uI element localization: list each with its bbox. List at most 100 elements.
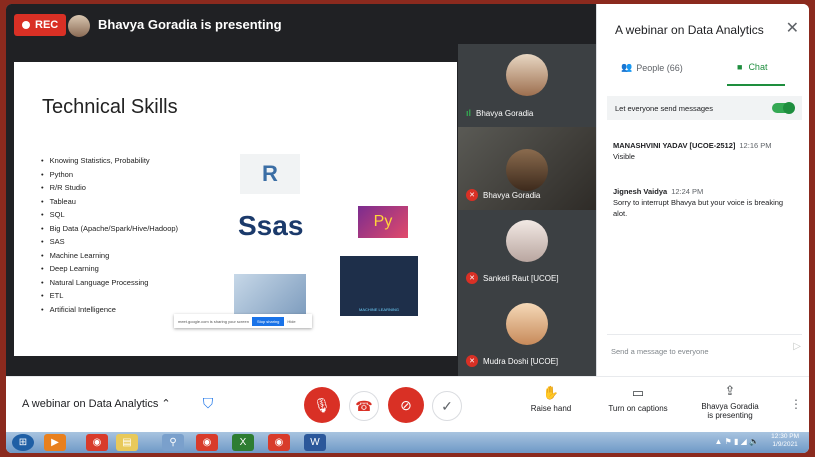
python-logo: Py [358, 206, 408, 238]
message-sender: MANASHVINI YADAV [UCOE-2512] [613, 141, 736, 150]
captions-button[interactable]: ▭ Turn on captions [602, 385, 674, 413]
active-tab-indicator [727, 84, 785, 86]
chat-message: MANASHVINI YADAV [UCOE-2512] 12:16 PM Vis… [613, 140, 798, 162]
camera-off-icon: ⊘ [400, 396, 412, 413]
share-bar-text: meet.google.com is sharing your screen [178, 318, 249, 324]
mic-off-icon: ✕ [466, 189, 478, 201]
skills-list: Knowing Statistics, Probability Python R… [41, 154, 178, 316]
meet-window: REC Bhavya Goradia is presenting Technic… [6, 4, 809, 453]
participant-name: Sanketi Raut [UCOE] [483, 273, 559, 283]
skill-item: SQL [41, 208, 178, 222]
tab-chat-label: Chat [748, 62, 768, 72]
slide-title: Technical Skills [42, 96, 178, 118]
chrome-icon[interactable]: ◉ [268, 434, 290, 451]
mic-off-icon: ✕ [466, 355, 478, 367]
participant-tile[interactable]: ✕ Bhavya Goradia [458, 127, 596, 210]
participant-tile[interactable]: ıl Bhavya Goradia [458, 44, 596, 127]
search-app-icon[interactable]: ⚲ [162, 434, 184, 451]
file-explorer-icon[interactable]: ▤ [116, 434, 138, 451]
presenter-avatar [68, 15, 90, 37]
skill-item: Python [41, 168, 178, 182]
message-time: 12:24 PM [671, 187, 704, 196]
skill-item: Natural Language Processing [41, 276, 178, 290]
presenting-line1: Bhavya Goradia [701, 402, 759, 411]
tab-chat[interactable]: ■ Chat [737, 62, 767, 72]
participant-name: Bhavya Goradia [476, 108, 534, 118]
participant-name: Bhavya Goradia [483, 190, 541, 200]
presenting-line2: is presenting [707, 411, 753, 420]
panel-title: A webinar on Data Analytics [615, 23, 764, 37]
recording-badge: REC [14, 14, 67, 36]
meeting-title: A webinar on Data Analytics [22, 398, 159, 410]
skill-item: Tableau [41, 195, 178, 209]
present-icon: ⇪ [724, 383, 736, 398]
skill-item: R/R Studio [41, 181, 178, 195]
windows-taskbar: ⊞ ▶ ◉ ▤ ⚲ ◉ X ◉ W ▲ ⚑ ▮ ◢ 🔈 12:30 PM 1/9… [6, 432, 809, 453]
raise-hand-button[interactable]: ✋ Raise hand [526, 385, 576, 413]
machine-learning-image: MACHINE LEARNING [340, 256, 418, 316]
message-sender: Jignesh Vaidya [613, 187, 668, 196]
skill-item: Big Data (Apache/Spark/Hive/Hadoop) [41, 222, 178, 236]
participant-name-row: ✕ Sanketi Raut [UCOE] [466, 272, 559, 284]
meeting-details-button[interactable]: A webinar on Data Analytics ⌃ [22, 397, 171, 410]
send-message-input[interactable]: Send a message to everyone [607, 334, 802, 368]
mic-off-icon: 🎙 [313, 396, 331, 413]
tab-people[interactable]: 👥 People (66) [621, 62, 683, 73]
captions-label: Turn on captions [608, 404, 668, 413]
ai-brain-image [234, 274, 306, 318]
mic-toggle-button[interactable]: 🎙 [304, 387, 340, 423]
ml-caption: MACHINE LEARNING [358, 307, 399, 312]
check-button[interactable]: ✓ [432, 391, 462, 421]
message-text: Visible [613, 152, 635, 161]
chrome-icon[interactable]: ◉ [196, 434, 218, 451]
camera-toggle-button[interactable]: ⊘ [388, 387, 424, 423]
close-icon[interactable]: ✕ [786, 18, 799, 38]
more-options-icon[interactable]: ⋮ [790, 397, 802, 411]
captions-icon: ▭ [631, 385, 645, 400]
call-controls-bar: A webinar on Data Analytics ⌃ ⛉ 🎙 ☎ ⊘ ✓ … [6, 376, 809, 432]
chrome-icon[interactable]: ◉ [86, 434, 108, 451]
participant-avatar [506, 303, 548, 345]
system-tray[interactable]: ▲ ⚑ ▮ ◢ 🔈 [715, 437, 760, 446]
taskbar-clock[interactable]: 12:30 PM 1/9/2021 [771, 433, 799, 449]
allow-messages-label: Let everyone send messages [615, 103, 713, 113]
check-icon: ✓ [441, 397, 453, 414]
clock-time: 12:30 PM [771, 433, 799, 440]
skill-item: Machine Learning [41, 249, 178, 263]
raise-hand-label: Raise hand [530, 404, 572, 413]
media-player-icon[interactable]: ▶ [44, 434, 66, 451]
skill-item: Knowing Statistics, Probability [41, 154, 178, 168]
participant-avatar [506, 54, 548, 96]
clock-date: 1/9/2021 [772, 441, 798, 448]
chat-icon: ■ [737, 62, 743, 72]
send-icon[interactable]: ▷ [793, 341, 801, 352]
presenting-button[interactable]: ⇪ Bhavya Goradia is presenting [694, 383, 766, 420]
skill-item: Artificial Intelligence [41, 303, 178, 317]
rec-label: REC [35, 19, 59, 31]
screen-share-bar: meet.google.com is sharing your screen S… [174, 314, 312, 328]
skill-item: Deep Learning [41, 262, 178, 276]
presentation-header: REC Bhavya Goradia is presenting [6, 4, 596, 44]
excel-icon[interactable]: X [232, 434, 254, 451]
participant-tile[interactable]: ✕ Mudra Doshi [UCOE] [458, 293, 596, 376]
participant-video [506, 149, 548, 191]
leave-call-button[interactable]: ☎ [349, 391, 379, 421]
hide-share-bar-button[interactable]: Hide [287, 319, 295, 324]
sas-logo: Ssas [238, 210, 304, 241]
message-text: Sorry to interrupt Bhavya but your voice… [613, 198, 784, 218]
participant-tile[interactable]: ✕ Sanketi Raut [UCOE] [458, 210, 596, 293]
chevron-up-icon: ⌃ [161, 398, 171, 410]
skill-item: SAS [41, 235, 178, 249]
stop-sharing-button[interactable]: Stop sharing [251, 316, 285, 326]
chat-message: Jignesh Vaidya 12:24 PM Sorry to interrup… [613, 186, 798, 219]
record-dot-icon [22, 21, 30, 29]
participant-avatar [506, 220, 548, 262]
mic-off-icon: ✕ [466, 272, 478, 284]
participant-name-row: ✕ Bhavya Goradia [466, 189, 540, 201]
people-icon: 👥 [621, 62, 633, 72]
allow-messages-toggle[interactable] [772, 102, 795, 114]
presenter-text: Bhavya Goradia is presenting [98, 17, 282, 32]
start-icon[interactable]: ⊞ [12, 434, 34, 451]
word-icon[interactable]: W [304, 434, 326, 451]
shield-icon[interactable]: ⛉ [198, 391, 218, 415]
